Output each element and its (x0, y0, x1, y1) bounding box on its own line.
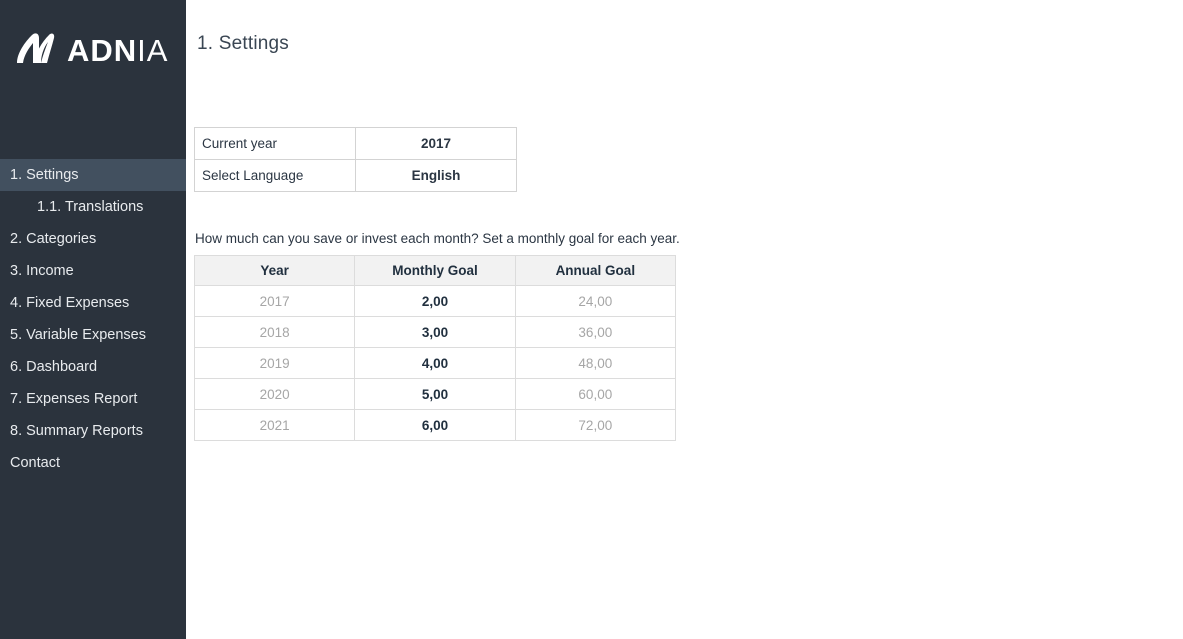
brand-name: ADNIA (67, 35, 168, 66)
settings-table: Current year 2017 Select Language Englis… (194, 127, 517, 192)
column-header-annual-goal: Annual Goal (514, 255, 677, 286)
page-title: 1. Settings (197, 33, 289, 54)
table-row: 2018 3,00 36,00 (193, 316, 677, 348)
goal-annual: 60,00 (514, 378, 677, 410)
main-content: 1. Settings Current year 2017 Select Lan… (186, 0, 1183, 639)
sidebar-item-expenses-report[interactable]: 7. Expenses Report (0, 383, 186, 415)
app-window: ADNIA 1. Settings 1.1. Translations 2. C… (0, 0, 1183, 639)
brand-name-bold: ADN (67, 32, 138, 68)
sidebar-item-summary-reports[interactable]: 8. Summary Reports (0, 415, 186, 447)
sidebar-item-dashboard[interactable]: 6. Dashboard (0, 351, 186, 383)
goal-annual: 36,00 (514, 316, 677, 348)
table-row: 2020 5,00 60,00 (193, 378, 677, 410)
goals-description: How much can you save or invest each mon… (195, 231, 680, 246)
goals-table: Year Monthly Goal Annual Goal 2017 2,00 … (193, 255, 677, 441)
goal-year: 2021 (193, 409, 356, 441)
goal-monthly[interactable]: 2,00 (354, 285, 516, 317)
current-year-label: Current year (194, 127, 356, 160)
sidebar-nav: 1. Settings 1.1. Translations 2. Categor… (0, 159, 186, 479)
goal-annual: 48,00 (514, 347, 677, 379)
sidebar-item-categories[interactable]: 2. Categories (0, 223, 186, 255)
goal-annual: 24,00 (514, 285, 677, 317)
sidebar-item-income[interactable]: 3. Income (0, 255, 186, 287)
goal-year: 2019 (193, 347, 356, 379)
current-year-value[interactable]: 2017 (355, 127, 517, 160)
sidebar-item-variable-expenses[interactable]: 5. Variable Expenses (0, 319, 186, 351)
goal-monthly[interactable]: 5,00 (354, 378, 516, 410)
goal-year: 2017 (193, 285, 356, 317)
goal-monthly[interactable]: 6,00 (354, 409, 516, 441)
table-row: 2019 4,00 48,00 (193, 347, 677, 379)
goal-annual: 72,00 (514, 409, 677, 441)
brand-name-light: IA (137, 32, 169, 68)
sidebar-item-translations[interactable]: 1.1. Translations (0, 191, 186, 223)
goal-year: 2020 (193, 378, 356, 410)
select-language-value[interactable]: English (355, 159, 517, 192)
table-header-row: Year Monthly Goal Annual Goal (193, 255, 677, 286)
sidebar-item-fixed-expenses[interactable]: 4. Fixed Expenses (0, 287, 186, 319)
table-row: 2021 6,00 72,00 (193, 409, 677, 441)
table-row: Current year 2017 (194, 127, 517, 160)
sidebar: ADNIA 1. Settings 1.1. Translations 2. C… (0, 0, 186, 639)
brand-logo[interactable]: ADNIA (0, 0, 186, 100)
sidebar-item-contact[interactable]: Contact (0, 447, 186, 479)
select-language-label: Select Language (194, 159, 356, 192)
goal-year: 2018 (193, 316, 356, 348)
sidebar-item-settings[interactable]: 1. Settings (0, 159, 186, 191)
goal-monthly[interactable]: 4,00 (354, 347, 516, 379)
table-row: 2017 2,00 24,00 (193, 285, 677, 317)
goal-monthly[interactable]: 3,00 (354, 316, 516, 348)
adnia-monogram-icon (11, 30, 57, 70)
column-header-monthly-goal: Monthly Goal (354, 255, 516, 286)
table-row: Select Language English (194, 159, 517, 192)
column-header-year: Year (193, 255, 356, 286)
